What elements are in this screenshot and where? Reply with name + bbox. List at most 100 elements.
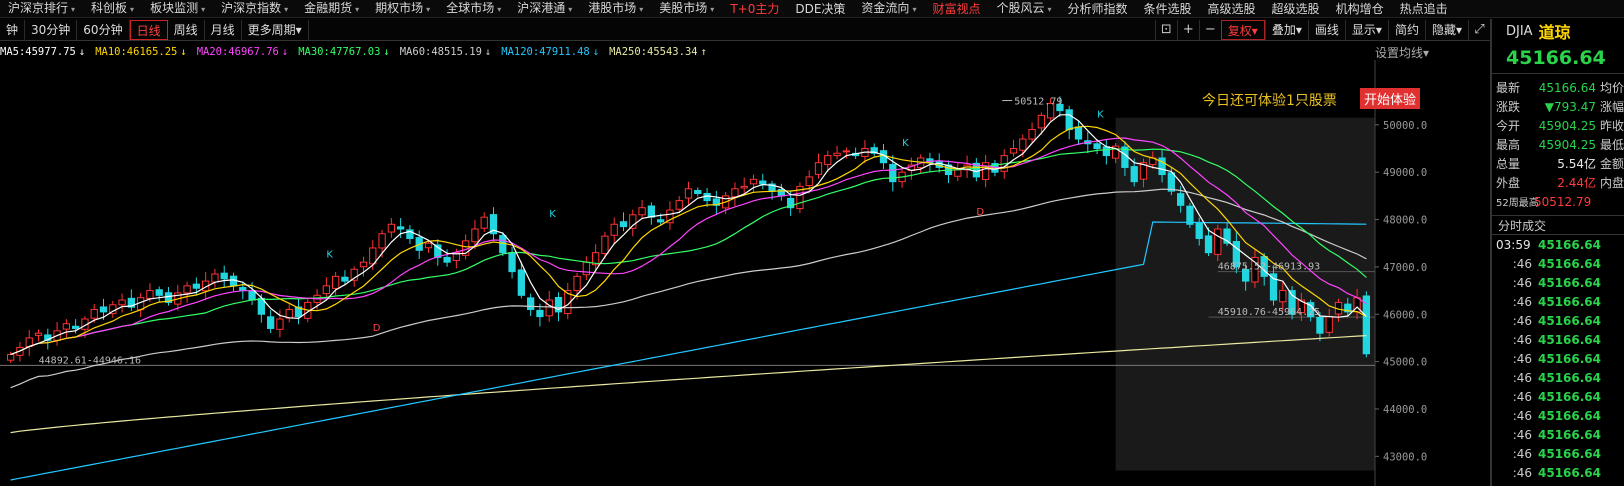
chevron-down-icon: ▾ — [284, 4, 289, 14]
period-tab[interactable]: 30分钟 — [25, 19, 78, 40]
menu-item[interactable]: 分析师指数 — [1060, 0, 1136, 17]
stat-row: 最新 45166.64 均价 — [1492, 78, 1624, 97]
menu-item[interactable]: 科创板 ▾ — [83, 0, 142, 17]
candle-body — [1269, 273, 1278, 301]
tick-row: :46 45166.64 — [1492, 273, 1624, 292]
tick-row: :46 45166.64 — [1492, 349, 1624, 368]
chevron-down-icon: ▾ — [1375, 23, 1382, 37]
menu-item[interactable]: 热点追击 — [1392, 0, 1456, 17]
y-tick-label: 46000.0 — [1383, 309, 1427, 321]
menu-item[interactable]: 财富视点 — [924, 0, 988, 17]
start-trial-button[interactable]: 开始体验 — [1360, 88, 1421, 109]
menu-item[interactable]: 全球市场 ▾ — [438, 0, 509, 17]
tick-row: :46 45166.64 — [1492, 444, 1624, 463]
stat-row: 52周最高 50512.79 — [1492, 192, 1624, 211]
candle-body — [332, 275, 340, 289]
display-button[interactable]: 显示▾ — [1344, 20, 1388, 40]
period-tab[interactable]: 周线 — [168, 19, 205, 40]
candle-body — [220, 272, 228, 280]
candle-body — [155, 289, 163, 296]
candle-body — [183, 285, 191, 294]
chevron-down-icon: ▾ — [1047, 4, 1052, 14]
chevron-down-icon: ▾ — [426, 4, 431, 14]
menu-item[interactable]: 条件选股 — [1136, 0, 1200, 17]
quote-panel: DJIA 道琼 45166.64 最新 45166.64 均价 涨跌 ▼793.47 涨幅… — [1490, 19, 1624, 486]
stat-label: 内盘 — [1599, 176, 1624, 190]
menu-item[interactable]: 金融期货 ▾ — [296, 0, 367, 17]
arrow-down-icon: ↓ — [592, 46, 600, 58]
arrow-down-icon: ↓ — [484, 46, 492, 58]
stat-label: 今开 — [1496, 119, 1521, 133]
kline-chart[interactable]: 50000.0 49000.0 48000.0 47000.0 46000.0 45000… — [0, 60, 1430, 486]
candle-body — [657, 219, 665, 223]
tick-list[interactable]: 03:59 45166.64:46 45166.64:46 45166.64:46 45… — [1492, 235, 1624, 482]
zoom-out-icon[interactable]: − — [1198, 20, 1221, 40]
price-annotation: 50512.79 — [1014, 97, 1062, 108]
period-tab[interactable]: 日线 — [129, 19, 168, 40]
menu-item[interactable]: 板块监测 ▾ — [142, 0, 213, 17]
tick-time: :46 — [1512, 408, 1532, 423]
menu-item[interactable]: 沪深京指数 ▾ — [213, 0, 296, 17]
menu-item[interactable]: 期权市场 ▾ — [367, 0, 438, 17]
simple-mode-button[interactable]: 简约 — [1387, 20, 1425, 40]
stat-label: 最高 — [1496, 138, 1521, 152]
hide-button[interactable]: 隐藏▾ — [1424, 20, 1468, 40]
ma-legend-label: MA5:45977.75 — [0, 46, 76, 58]
menu-item[interactable]: 个股风云 ▾ — [988, 0, 1059, 17]
ma-legend-label: MA250:45543.34 — [609, 46, 698, 58]
draw-line-button[interactable]: 画线 — [1307, 20, 1345, 40]
ma-settings-button[interactable]: 设置均线▾ — [1375, 44, 1429, 61]
period-tab[interactable]: 月线 — [205, 19, 242, 40]
chart-toolbar: 钟 30分钟 60分钟 日线 周线 月线 更多周期▾ ⊡ + − 复权▾ 叠加▾ 画线 显示… — [0, 19, 1490, 41]
buy-marker: K — [1097, 110, 1104, 121]
period-tab-label: 更多周期 — [247, 22, 296, 37]
price-annotation: 46875.52-46913.93 — [1218, 262, 1320, 273]
menu-item[interactable]: T+0主力 — [722, 0, 787, 17]
candle-body — [749, 178, 758, 185]
arrow-down-icon: ↓ — [78, 46, 86, 58]
arrow-up-icon: ↑ — [700, 46, 707, 58]
menu-item[interactable]: 超级选股 — [1264, 0, 1328, 17]
period-tab[interactable]: 更多周期▾ — [242, 19, 309, 40]
period-tab[interactable]: 钟 — [0, 19, 26, 40]
candle-body — [573, 275, 581, 292]
menu-item[interactable]: 美股市场 ▾ — [651, 0, 722, 17]
candle-body — [675, 200, 683, 210]
candle-body — [90, 309, 98, 319]
menu-item[interactable]: 沪深港通 ▾ — [509, 0, 580, 17]
candle-body — [62, 323, 71, 330]
candle-body — [517, 269, 526, 296]
period-tab-label: 60分钟 — [83, 22, 123, 37]
lock-icon[interactable]: ⊡ — [1154, 20, 1177, 40]
menu-item[interactable]: DDE决策 — [787, 0, 853, 17]
stat-row: 涨跌 ▼793.47 涨幅 — [1492, 97, 1624, 116]
zoom-in-icon[interactable]: + — [1176, 20, 1199, 40]
candle-body — [276, 318, 284, 330]
stat-label: 金额 — [1599, 157, 1624, 171]
adjust-price-button[interactable]: 复权▾ — [1220, 20, 1265, 40]
ma-legend-item: MA5:45977.75 ↓ — [0, 46, 85, 58]
buy-marker: K — [549, 209, 556, 220]
stat-row: 外盘 2.44亿 内盘 — [1492, 173, 1624, 192]
kline-svg[interactable]: 50000.0 49000.0 48000.0 47000.0 46000.0 45000… — [0, 60, 1430, 486]
tick-row: :46 45166.64 — [1492, 368, 1624, 387]
overlay-button[interactable]: 叠加▾ — [1264, 20, 1308, 40]
menu-item-label: 条件选股 — [1143, 1, 1192, 16]
candle-body — [443, 256, 451, 263]
ma-legend-item: MA60:48515.19 ↓ — [400, 46, 492, 58]
menu-item[interactable]: 高级选股 — [1200, 0, 1264, 17]
stat-value: ▼793.47 — [1544, 99, 1596, 114]
tick-price: 45166.64 — [1538, 332, 1602, 347]
candle-body — [1167, 172, 1175, 192]
menu-item[interactable]: 沪深京排行 ▾ — [0, 0, 83, 17]
expand-icon[interactable]: ⤢ — [1468, 20, 1490, 40]
menu-item[interactable]: 港股市场 ▾ — [580, 0, 651, 17]
arrow-down-icon: ↓ — [383, 46, 390, 58]
sell-marker: D — [976, 207, 984, 218]
menu-item-label: 沪深京排行 — [8, 0, 69, 15]
menu-item[interactable]: 资金流向 ▾ — [853, 0, 924, 17]
period-tab[interactable]: 60分钟 — [77, 19, 130, 40]
menu-item-label: 科创板 — [91, 0, 128, 15]
stat-row: 最高 45904.25 最低 — [1492, 135, 1624, 154]
menu-item[interactable]: 机构增仓 — [1328, 0, 1392, 17]
